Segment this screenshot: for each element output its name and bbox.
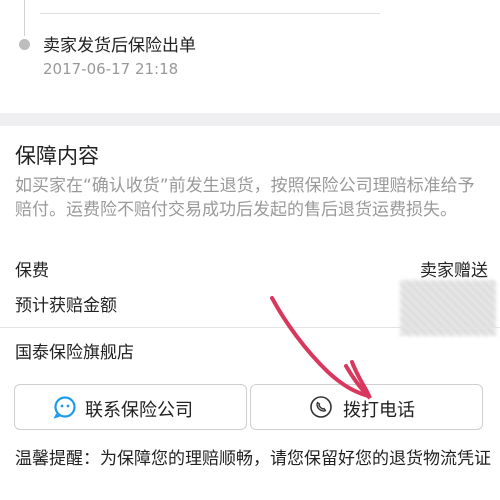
expected-compensation-label: 预计获赔金额 xyxy=(15,296,117,316)
timeline-card: 卖家发货后保险出单 2017-06-17 21:18 xyxy=(0,0,500,113)
call-label: 拨打电话 xyxy=(343,400,415,421)
contact-insurer-button[interactable]: 联系保险公司 xyxy=(14,384,247,430)
premium-label: 保费 xyxy=(15,261,49,281)
divider xyxy=(0,327,500,328)
contact-insurer-label: 联系保险公司 xyxy=(85,400,193,421)
call-button[interactable]: 拨打电话 xyxy=(250,384,483,430)
section-gap xyxy=(0,113,500,126)
divider xyxy=(40,13,380,14)
timeline-event-time: 2017-06-17 21:18 xyxy=(43,60,179,78)
timeline-event-title: 卖家发货后保险出单 xyxy=(43,36,196,56)
phone-icon xyxy=(310,396,332,418)
reminder-text: 温馨提醒：为保障您的理赔顺畅，请您保留好您的退货物流凭证 xyxy=(15,449,491,469)
chat-bubble-icon xyxy=(53,396,76,419)
premium-value: 卖家赠送 xyxy=(420,261,488,281)
section-title: 保障内容 xyxy=(15,144,99,168)
timeline-line xyxy=(24,0,25,36)
store-name[interactable]: 国泰保险旗舰店 xyxy=(15,338,134,363)
protection-description: 如买家在“确认收货”前发生退货，按照保险公司理赔标准给予赔付。运费险不赔付交易成… xyxy=(15,176,475,220)
timeline-dot xyxy=(19,39,30,50)
